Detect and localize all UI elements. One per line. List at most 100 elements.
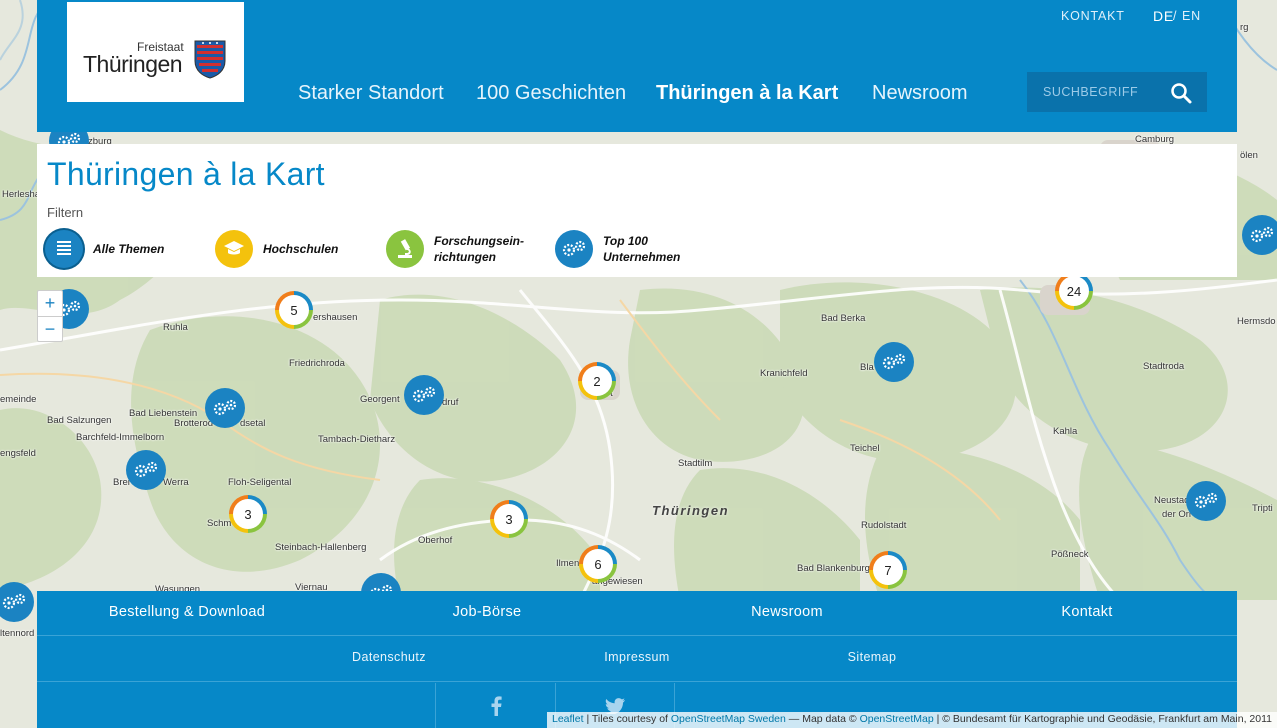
place-label: emeinde	[0, 394, 37, 405]
place-label: Georgent	[360, 394, 400, 405]
nav-100-geschichten[interactable]: 100 Geschichten	[476, 82, 626, 105]
place-label: engsfeld	[0, 448, 36, 459]
filter-label: Forschungsein-	[434, 234, 525, 248]
facebook-link[interactable]	[435, 683, 555, 728]
cluster-marker[interactable]: 3	[490, 500, 528, 538]
filter-label: richtungen	[434, 250, 496, 264]
gears-icon	[134, 461, 158, 478]
footer-link-impressum[interactable]: Impressum	[512, 650, 762, 664]
lang-en-link[interactable]: EN	[1182, 9, 1201, 23]
place-label: Rudolstadt	[861, 520, 907, 531]
place-label: Pößneck	[1051, 549, 1089, 560]
gears-icon	[1194, 492, 1218, 509]
logo-title: Thüringen	[83, 51, 183, 77]
place-label: Schm	[207, 518, 232, 529]
search-box	[1027, 72, 1207, 112]
filter-label: Unternehmen	[603, 250, 681, 264]
cluster-marker[interactable]: 7	[869, 551, 907, 589]
cluster-marker[interactable]: 2	[578, 362, 616, 400]
filter-label: Hochschulen	[263, 242, 339, 256]
region-label: Thüringen	[652, 503, 730, 518]
zoom-out-button[interactable]: −	[38, 316, 62, 341]
filter-hochschulen[interactable]: Hochschulen	[215, 230, 338, 268]
place-label: Kahla	[1053, 426, 1078, 437]
place-label: Floh-Seligental	[228, 477, 292, 488]
company-marker[interactable]	[126, 450, 166, 490]
footer-link-job-boerse[interactable]: Job-Börse	[337, 604, 637, 620]
filter-alle-themen[interactable]: Alle Themen	[45, 230, 164, 268]
place-label: Friedrichroda	[289, 358, 345, 369]
place-label: Hermsdo	[1237, 316, 1276, 327]
place-label: Brotterod	[174, 418, 214, 429]
footer-link-bestellung[interactable]: Bestellung & Download	[37, 604, 337, 620]
list-icon	[45, 230, 83, 268]
filter-top-100-unternehmen[interactable]: Top 100 Unternehmen	[555, 230, 680, 268]
company-marker[interactable]	[205, 388, 245, 428]
site-footer: Bestellung & Download Job-Börse Newsroom…	[37, 591, 1237, 728]
leaflet-link[interactable]: Leaflet	[552, 713, 584, 725]
place-label: Steinbach-Hallenberg	[275, 542, 367, 553]
place-label: Bla	[860, 362, 874, 373]
footer-secondary-links: Datenschutz Impressum Sitemap	[37, 637, 1237, 682]
filter-heading: Filtern	[47, 205, 84, 220]
cluster-count: 5	[279, 295, 309, 325]
contact-link[interactable]: KONTAKT	[1061, 9, 1125, 23]
footer-link-newsroom[interactable]: Newsroom	[637, 604, 937, 620]
place-label: ershausen	[313, 312, 358, 323]
place-label: Ilmen	[556, 558, 580, 569]
nav-starker-standort[interactable]: Starker Standort	[298, 82, 444, 105]
search-input[interactable]	[1027, 72, 1167, 112]
cluster-count: 6	[583, 549, 613, 579]
gears-icon	[555, 230, 593, 268]
place-label: Bad Blankenburg	[797, 563, 870, 574]
lang-separator: /	[1173, 9, 1178, 23]
place-label: Stadtilm	[678, 458, 713, 469]
cluster-count: 2	[582, 366, 612, 396]
place-label: Tambach-Dietharz	[318, 434, 396, 445]
gears-icon	[213, 399, 237, 416]
lang-de-link[interactable]: DE	[1153, 8, 1174, 24]
place-label: Bad Berka	[821, 313, 866, 324]
site-header: Freistaat Thüringen KONTAKT DE / EN Star…	[37, 0, 1237, 132]
place-label: Teichel	[850, 443, 880, 454]
cluster-marker[interactable]: 5	[275, 291, 313, 329]
place-label: Stadtroda	[1143, 361, 1185, 372]
cluster-marker[interactable]: 24	[1055, 272, 1093, 310]
place-label: rg	[1240, 22, 1249, 33]
osm-sweden-link[interactable]: OpenStreetMap Sweden	[671, 713, 786, 725]
cluster-count: 24	[1059, 276, 1089, 306]
facebook-icon	[491, 695, 502, 716]
company-marker[interactable]	[1186, 481, 1226, 521]
attribution-text: | Tiles courtesy of	[583, 713, 671, 725]
footer-link-sitemap[interactable]: Sitemap	[747, 650, 997, 664]
place-label: ltennord	[0, 628, 35, 639]
filter-forschungseinrichtungen[interactable]: Forschungsein- richtungen	[386, 230, 524, 268]
company-marker[interactable]	[1242, 215, 1277, 255]
footer-link-datenschutz[interactable]: Datenschutz	[264, 650, 514, 664]
company-marker[interactable]	[874, 342, 914, 382]
cluster-marker[interactable]: 3	[229, 495, 267, 533]
coat-of-arms-icon	[194, 40, 226, 79]
place-label: dsetal	[240, 418, 266, 429]
footer-link-kontakt[interactable]: Kontakt	[937, 604, 1237, 620]
page-title: Thüringen à la Kart	[47, 156, 325, 192]
company-marker[interactable]	[404, 375, 444, 415]
cluster-count: 3	[494, 504, 524, 534]
nav-thueringen-a-la-kart[interactable]: Thüringen à la Kart	[656, 82, 838, 105]
gears-icon	[2, 593, 26, 610]
logo[interactable]: Freistaat Thüringen	[67, 2, 244, 102]
place-label: Bad Salzungen	[47, 415, 112, 426]
osm-link[interactable]: OpenStreetMap	[860, 713, 934, 725]
place-label: Oberhof	[418, 535, 453, 546]
gears-icon	[412, 386, 436, 403]
nav-newsroom[interactable]: Newsroom	[872, 82, 968, 105]
search-icon[interactable]	[1169, 81, 1193, 105]
attribution-text: — Map data ©	[785, 713, 860, 725]
gears-icon	[882, 353, 906, 370]
zoom-in-button[interactable]: +	[38, 291, 62, 316]
cluster-marker[interactable]: 6	[579, 545, 617, 583]
cluster-count: 3	[233, 499, 263, 529]
graduation-cap-icon	[215, 230, 253, 268]
place-label: Neustad	[1154, 495, 1190, 506]
attribution-text: | © Bundesamt für Kartographie und Geodä…	[933, 713, 1272, 725]
